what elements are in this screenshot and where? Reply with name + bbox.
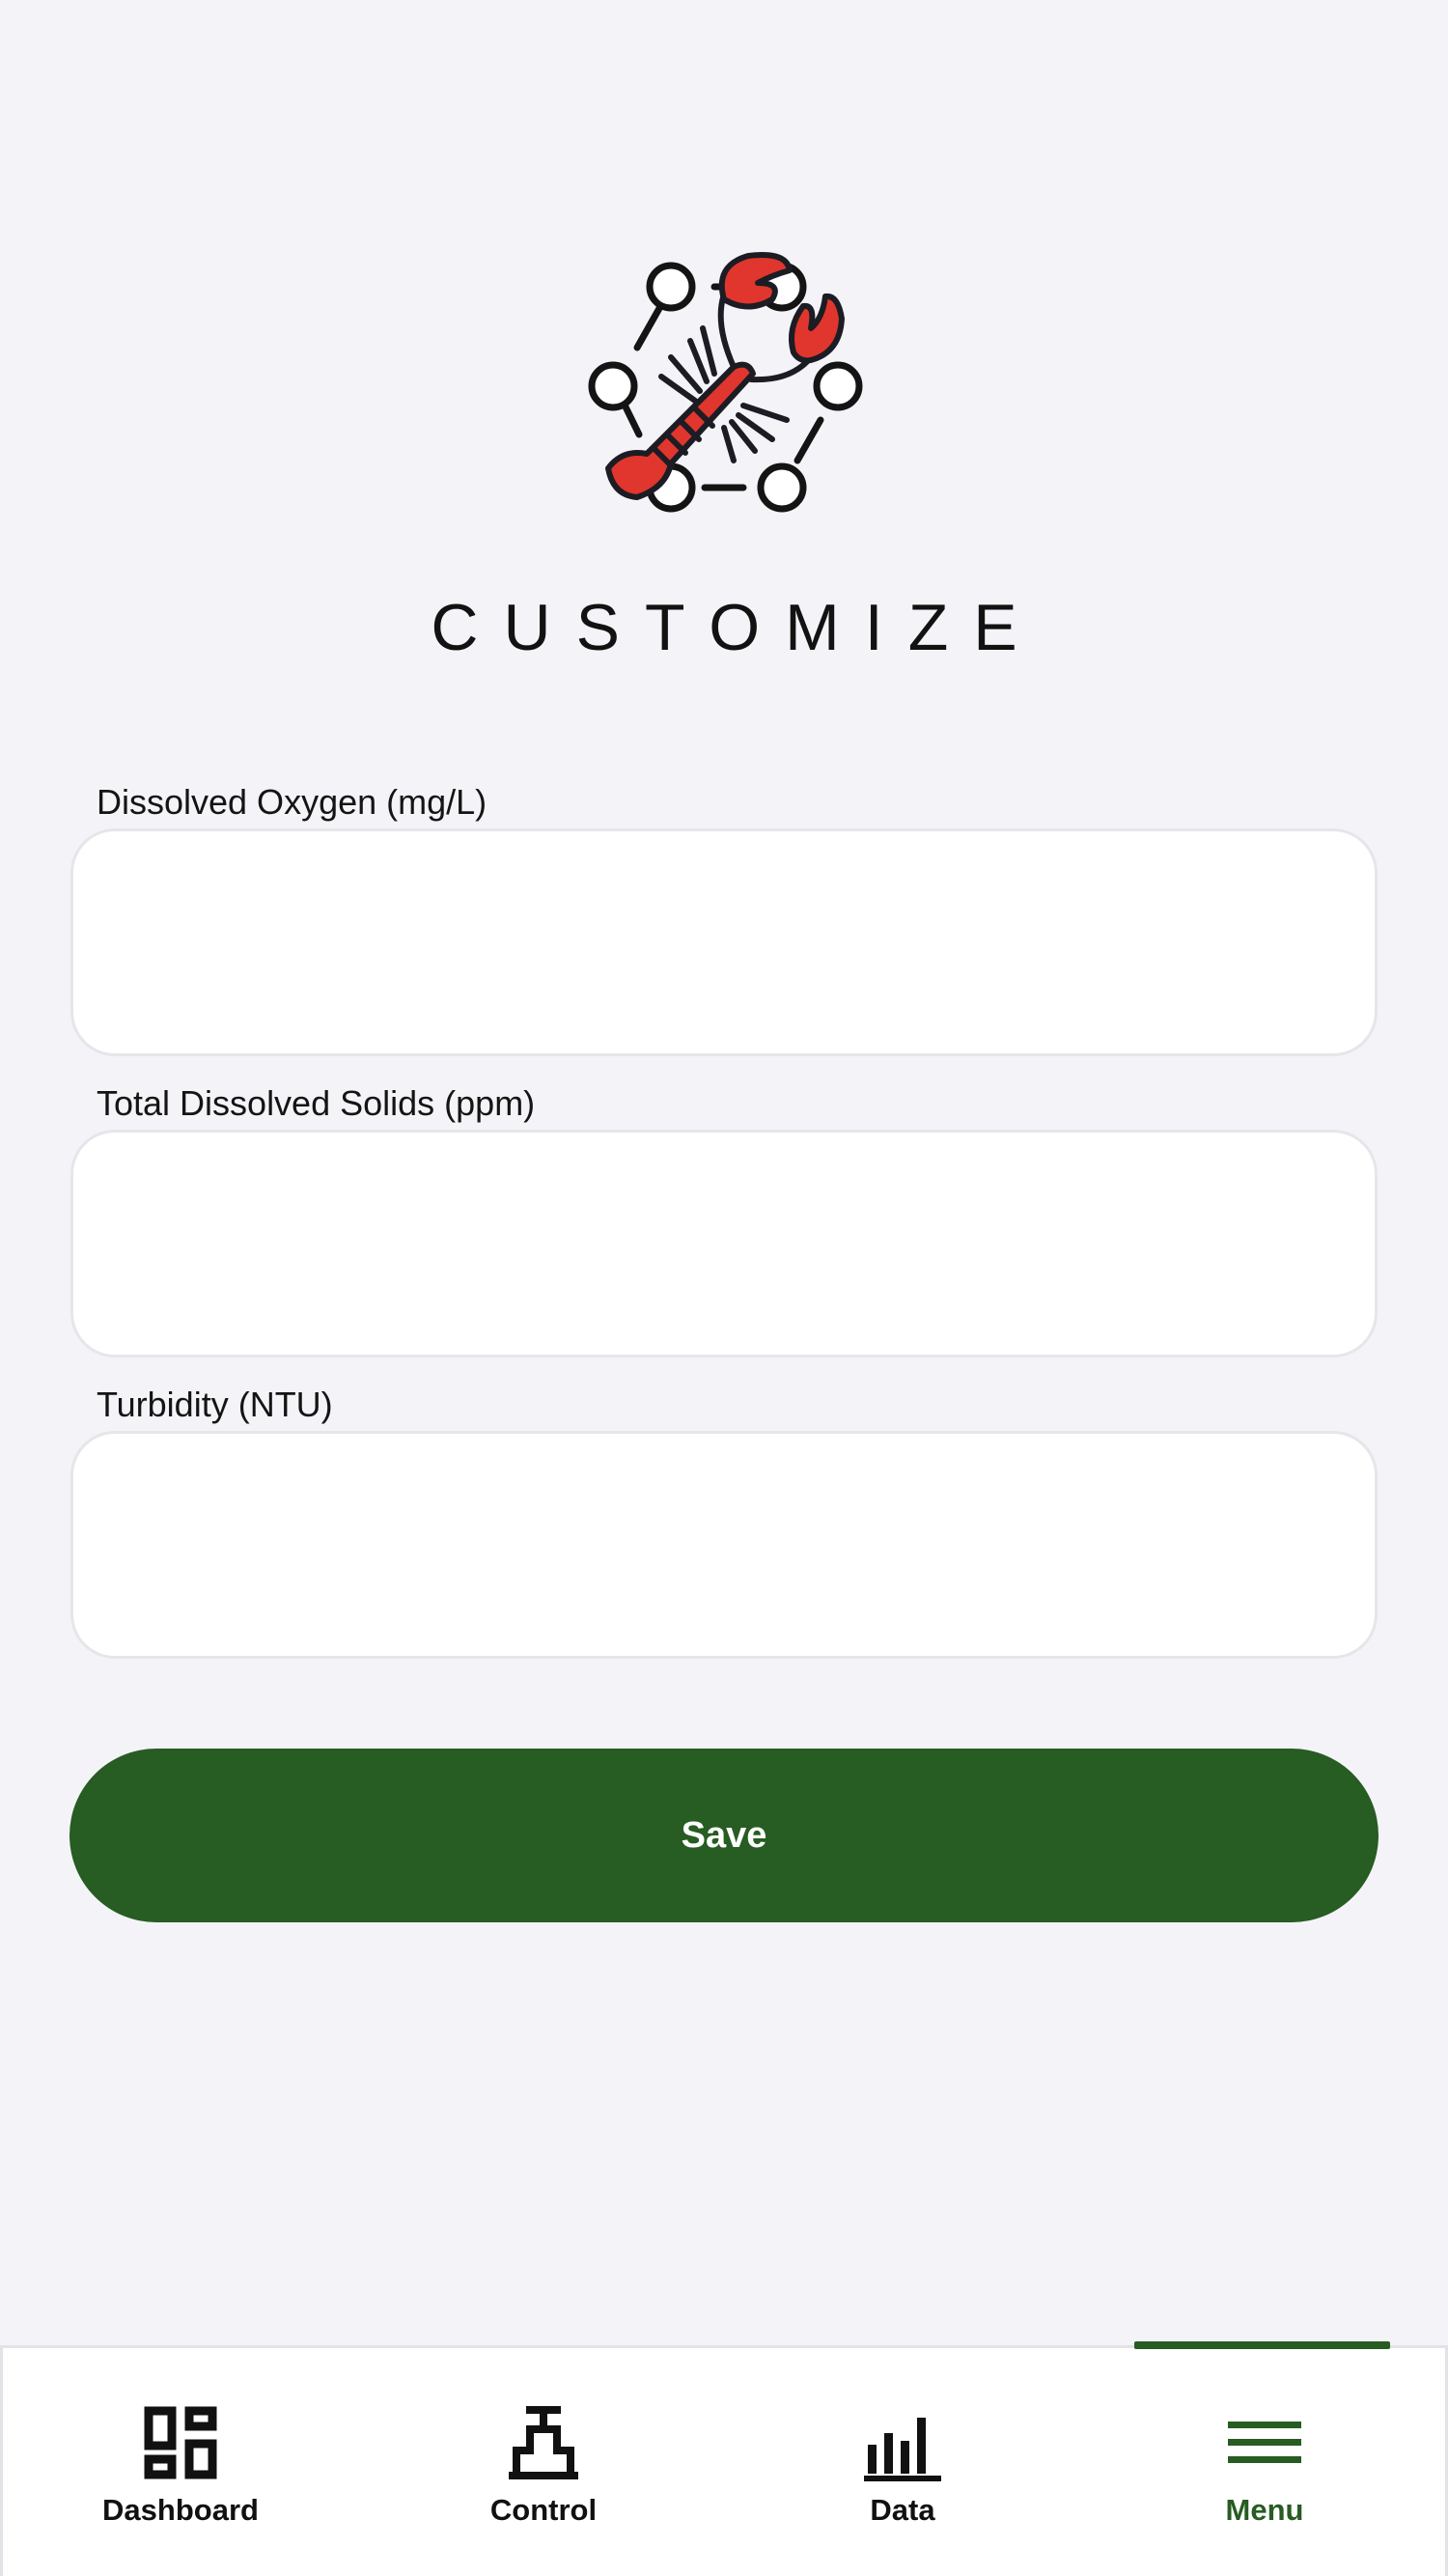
turbidity-label: Turbidity (NTU) bbox=[97, 1385, 333, 1424]
dashboard-icon bbox=[144, 2406, 217, 2479]
nav-label-control: Control bbox=[489, 2493, 598, 2527]
nav-item-data[interactable]: Data bbox=[777, 2404, 1028, 2539]
nav-item-menu[interactable]: Menu bbox=[1139, 2404, 1390, 2539]
page-title: CUSTOMIZE bbox=[431, 591, 1043, 664]
dissolved-oxygen-label: Dissolved Oxygen (mg/L) bbox=[97, 782, 487, 822]
active-tab-indicator bbox=[1134, 2341, 1390, 2349]
turbidity-input[interactable] bbox=[70, 1431, 1378, 1659]
total-dissolved-solids-label: Total Dissolved Solids (ppm) bbox=[97, 1083, 536, 1123]
bar-chart-icon bbox=[864, 2418, 941, 2481]
nav-label-menu: Menu bbox=[1225, 2493, 1304, 2527]
nav-item-control[interactable]: Control bbox=[418, 2404, 669, 2539]
nav-item-dashboard[interactable]: Dashboard bbox=[55, 2404, 306, 2539]
nav-label-dashboard: Dashboard bbox=[102, 2493, 259, 2527]
dissolved-oxygen-input[interactable] bbox=[70, 828, 1378, 1056]
save-button[interactable]: Save bbox=[70, 1749, 1378, 1922]
lobster-network-logo bbox=[588, 252, 863, 513]
nav-label-data: Data bbox=[870, 2493, 935, 2527]
total-dissolved-solids-input[interactable] bbox=[70, 1130, 1378, 1358]
faucet-icon bbox=[509, 2406, 578, 2479]
hamburger-menu-icon bbox=[1228, 2422, 1301, 2463]
